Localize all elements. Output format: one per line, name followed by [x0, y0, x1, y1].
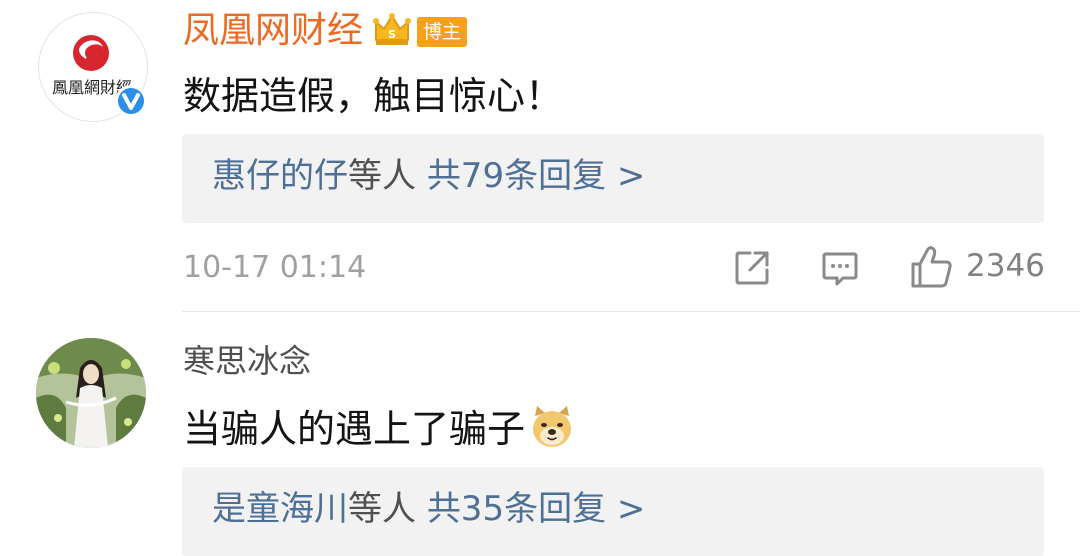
username[interactable]: 寒思冰念: [183, 345, 311, 377]
comment-item: 寒思冰念 当骗人的遇上了骗子 是童海川等人 共35条回复 >: [0, 312, 1080, 556]
replies-summary: 惠仔的仔等人 共79条回复 >: [212, 159, 645, 193]
reply-count-link[interactable]: 共35条回复: [427, 489, 606, 529]
avatar-photo: [36, 338, 146, 448]
doge-emoji: [533, 406, 572, 447]
replies-preview[interactable]: 是童海川等人 共35条回复 >: [182, 467, 1044, 556]
chevron-right-icon: >: [616, 489, 646, 529]
reply-user-link[interactable]: 惠仔的仔: [212, 156, 348, 196]
reply-etc-label: 等人: [348, 489, 416, 529]
like-count: 2346: [966, 248, 1045, 284]
comment-text: 当骗人的遇上了骗子: [183, 407, 526, 451]
thumbs-up-icon[interactable]: [910, 245, 954, 289]
avatar[interactable]: [36, 338, 146, 448]
username[interactable]: 凤凰网财经: [183, 13, 363, 49]
timestamp: 10-17 01:14: [183, 250, 367, 285]
chevron-right-icon: >: [616, 156, 646, 196]
comment-content: 当骗人的遇上了骗子: [183, 404, 575, 450]
reply-etc-label: 等人: [348, 156, 416, 196]
share-icon[interactable]: [733, 249, 771, 287]
replies-summary: 是童海川等人 共35条回复 >: [212, 492, 645, 526]
host-badge: 博主: [417, 17, 467, 47]
reply-user-link[interactable]: 是童海川: [212, 489, 348, 529]
comment-icon[interactable]: [821, 250, 859, 288]
comment-item: 鳳凰網財經 凤凰网财经 S 博主 数据造假，触目惊心！ 惠仔的仔等人 共79条回…: [0, 0, 1080, 312]
comment-content: 数据造假，触目惊心！: [183, 74, 564, 118]
reply-count-link[interactable]: 共79条回复: [427, 156, 606, 196]
crown-icon: S: [373, 13, 411, 45]
svg-text:S: S: [388, 28, 396, 41]
verified-badge-icon: [115, 85, 147, 117]
replies-preview[interactable]: 惠仔的仔等人 共79条回复 >: [182, 134, 1044, 223]
